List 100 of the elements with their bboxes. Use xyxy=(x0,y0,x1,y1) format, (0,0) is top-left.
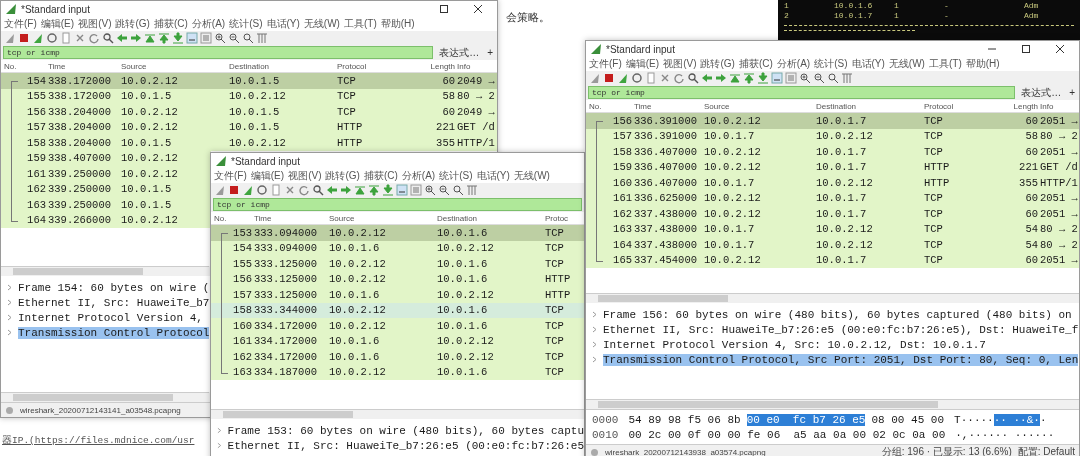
menu-item[interactable]: 编辑(E) xyxy=(250,169,285,183)
zoom-in-icon[interactable] xyxy=(214,32,226,44)
column-header[interactable]: Time xyxy=(253,213,328,223)
packet-row[interactable]: 158 336.407000 10.0.2.12 10.0.1.7 TCP 60 2051 → xyxy=(586,144,1079,160)
menu-item[interactable]: 统计(S) xyxy=(439,169,473,183)
menu-item[interactable]: 分析(A) xyxy=(191,17,226,31)
column-header[interactable]: Protocol xyxy=(336,61,424,71)
reload-icon[interactable] xyxy=(88,32,100,44)
expand-icon[interactable] xyxy=(592,326,597,333)
packet-row[interactable]: 164 337.438000 10.0.1.7 10.0.2.12 TCP 54 80 → 2 xyxy=(586,237,1079,253)
column-header[interactable]: Info xyxy=(456,61,497,71)
packet-row[interactable]: 156 338.204000 10.0.2.12 10.0.1.5 TCP 60 2049 → xyxy=(1,104,497,120)
menu-item[interactable]: 工具(T) xyxy=(343,17,377,31)
column-header[interactable]: Length xyxy=(1007,101,1039,111)
column-header[interactable]: Protoc xyxy=(544,213,584,223)
menu-item[interactable]: 跳转(G) xyxy=(325,169,360,183)
close-icon[interactable] xyxy=(473,4,483,14)
column-header[interactable]: Destination xyxy=(815,101,923,111)
menu-item[interactable]: 文件(F) xyxy=(214,169,247,183)
menu-item[interactable]: 捕获(C) xyxy=(738,57,773,71)
packet-row[interactable]: 160 336.407000 10.0.1.7 10.0.2.12 HTTP 355 HTTP/1 xyxy=(586,175,1079,191)
document-icon[interactable] xyxy=(60,32,72,44)
auto-scroll-icon[interactable] xyxy=(186,32,198,44)
display-filter-field[interactable]: tcp or icmp xyxy=(3,46,434,59)
jump-icon[interactable] xyxy=(729,72,741,84)
expand-icon[interactable] xyxy=(217,427,222,434)
menu-item[interactable]: 视图(V) xyxy=(663,57,697,71)
packet-row[interactable]: 161 339.250000 10.0.2.12 xyxy=(1,166,211,182)
menu-item[interactable]: 编辑(E) xyxy=(40,17,75,31)
menu-item[interactable]: 帮助(H) xyxy=(965,57,1000,71)
maximize-icon[interactable] xyxy=(1021,44,1031,54)
zoom-in-icon[interactable] xyxy=(799,72,811,84)
packet-row[interactable]: 162 337.438000 10.0.2.12 10.0.1.7 TCP 60 2051 → xyxy=(586,206,1079,222)
arrow-right-icon[interactable] xyxy=(715,72,727,84)
column-header[interactable]: Time xyxy=(633,101,703,111)
zoom-in-icon[interactable] xyxy=(424,184,436,196)
search-icon[interactable] xyxy=(312,184,324,196)
first-packet-icon[interactable] xyxy=(158,32,170,44)
menu-item[interactable]: 无线(W) xyxy=(888,57,925,71)
maximize-icon[interactable] xyxy=(439,4,449,14)
expand-icon[interactable] xyxy=(217,442,222,449)
packet-row[interactable]: 154 338.172000 10.0.2.12 10.0.1.5 TCP 60 2049 → xyxy=(1,73,497,89)
menu-item[interactable]: 文件(F) xyxy=(589,57,622,71)
arrow-right-icon[interactable] xyxy=(340,184,352,196)
document-icon[interactable] xyxy=(270,184,282,196)
auto-scroll-icon[interactable] xyxy=(396,184,408,196)
detail-line[interactable]: Ethernet II, Src: HuaweiTe_b7:26:e5 (00:e0:fc:b7:26:e5), Dst: HuaweiTe_f xyxy=(603,323,1079,336)
zoom-reset-icon[interactable] xyxy=(827,72,839,84)
menu-item[interactable]: 文件(F) xyxy=(4,17,37,31)
menu-item[interactable]: 电话(Y) xyxy=(851,57,885,71)
column-header[interactable]: No. xyxy=(588,101,633,111)
zoom-out-icon[interactable] xyxy=(438,184,450,196)
arrow-left-icon[interactable] xyxy=(326,184,338,196)
menu-item[interactable]: 无线(W) xyxy=(513,169,550,183)
detail-line[interactable]: Ethernet II, Src: HuaweiTe_b7 xyxy=(18,296,210,309)
settings-icon[interactable] xyxy=(631,72,643,84)
expression-button[interactable]: 表达式… xyxy=(437,46,482,59)
menu-item[interactable]: 统计(S) xyxy=(229,17,263,31)
column-header[interactable]: Source xyxy=(120,61,228,71)
close-icon[interactable] xyxy=(1055,44,1065,54)
expand-icon[interactable] xyxy=(592,311,597,318)
menu-item[interactable]: 视图(V) xyxy=(288,169,322,183)
column-header[interactable]: Time xyxy=(47,61,120,71)
packet-row[interactable]: 155 333.125000 10.0.2.12 10.0.1.6 TCP xyxy=(211,256,584,272)
menu-item[interactable]: 电话(Y) xyxy=(266,17,300,31)
menu-item[interactable]: 跳转(G) xyxy=(700,57,735,71)
jump-icon[interactable] xyxy=(144,32,156,44)
scrollbar[interactable] xyxy=(586,399,1079,409)
menu-item[interactable]: 工具(T) xyxy=(928,57,962,71)
detail-line[interactable]: Ethernet II, Src: HuaweiTe_b7:26:e5 (00:e0:fc:b7:26:e5 xyxy=(227,439,584,452)
detail-line[interactable]: Frame 156: 60 bytes on wire (480 bits), 60 bytes captured (480 bits) on xyxy=(603,308,1072,321)
search-icon[interactable] xyxy=(687,72,699,84)
menu-item[interactable]: 捕获(C) xyxy=(153,17,188,31)
scrollbar[interactable] xyxy=(1,266,209,276)
menu-item[interactable]: 电话(Y) xyxy=(476,169,510,183)
column-header[interactable]: Destination xyxy=(228,61,336,71)
zoom-reset-icon[interactable] xyxy=(452,184,464,196)
menu-item[interactable]: 无线(W) xyxy=(303,17,340,31)
arrow-left-icon[interactable] xyxy=(701,72,713,84)
last-packet-icon[interactable] xyxy=(172,32,184,44)
detail-line[interactable]: Internet Protocol Version 4, Src: 10.0.2.12, Dst: 10.0.1.7 xyxy=(603,338,986,351)
column-header[interactable]: Destination xyxy=(436,213,544,223)
menu-item[interactable]: 捕获(C) xyxy=(363,169,398,183)
menu-item[interactable]: 编辑(E) xyxy=(625,57,660,71)
scrollbar[interactable] xyxy=(1,392,209,402)
menu-item[interactable]: 帮助(H) xyxy=(380,17,415,31)
expand-icon[interactable] xyxy=(7,329,12,336)
display-filter-field[interactable]: tcp or icmp xyxy=(213,198,582,211)
expand-icon[interactable] xyxy=(592,341,597,348)
document-icon[interactable] xyxy=(645,72,657,84)
menu-item[interactable]: 视图(V) xyxy=(78,17,112,31)
arrow-left-icon[interactable] xyxy=(116,32,128,44)
packet-row[interactable]: 163 339.250000 10.0.1.5 xyxy=(1,197,211,213)
close-file-icon[interactable] xyxy=(284,184,296,196)
expand-icon[interactable] xyxy=(7,299,12,306)
column-header[interactable]: Source xyxy=(328,213,436,223)
close-file-icon[interactable] xyxy=(74,32,86,44)
display-filter-field[interactable]: tcp or icmp xyxy=(588,86,1016,99)
expand-icon[interactable] xyxy=(592,356,597,363)
zoom-out-icon[interactable] xyxy=(813,72,825,84)
